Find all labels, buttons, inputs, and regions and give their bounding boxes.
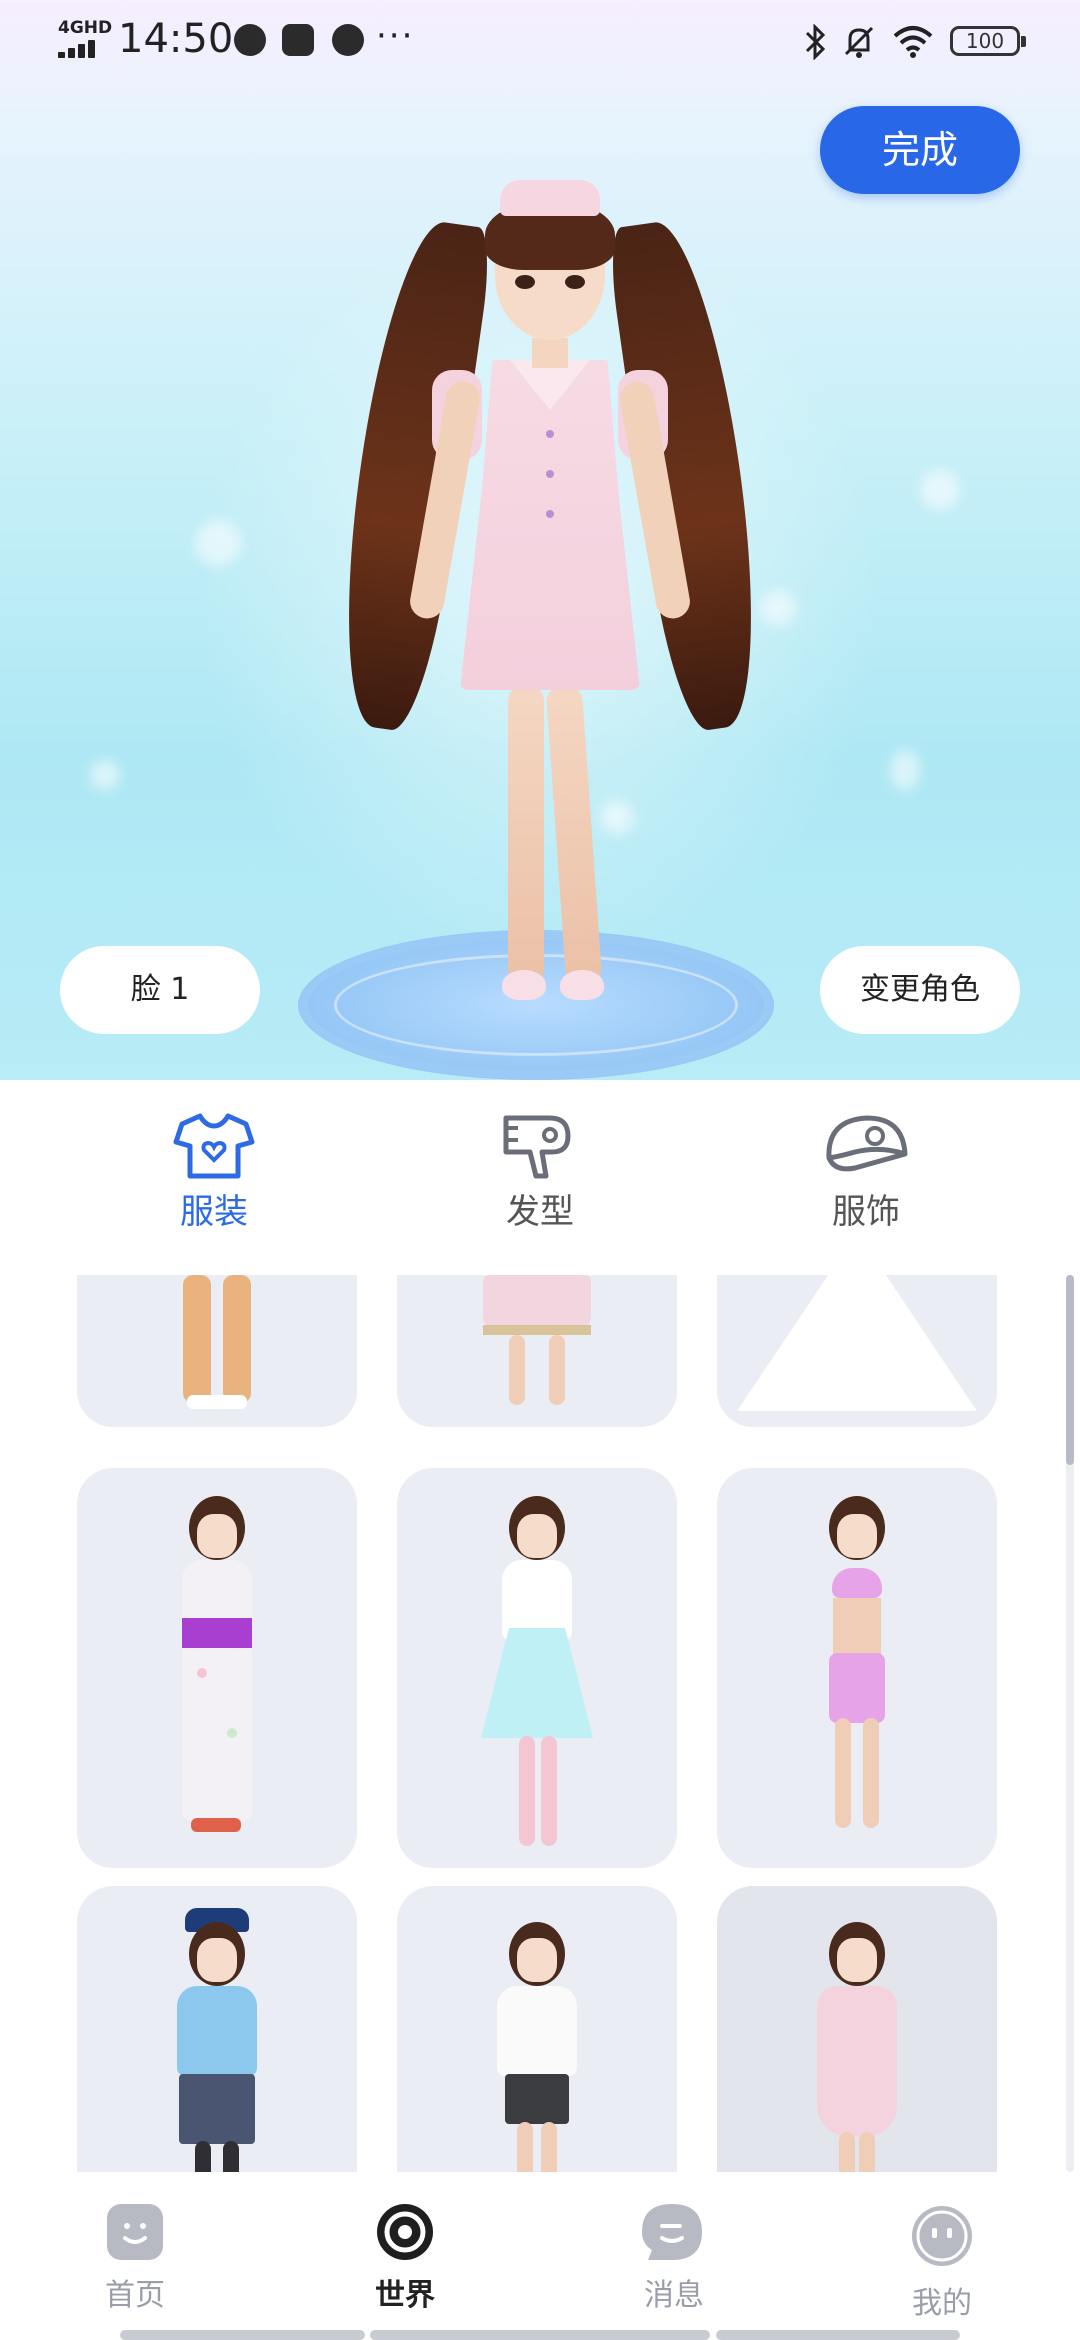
outfit-card[interactable] xyxy=(397,1468,677,1868)
bluetooth-icon xyxy=(805,24,826,60)
nav-messages[interactable]: 消息 xyxy=(594,2200,754,2314)
nav-world[interactable]: 世界 xyxy=(325,2200,485,2314)
status-bar: 4GHD 14:50 ··· 100 xyxy=(0,0,1080,84)
category-tabs: 服装 发型 服饰 xyxy=(0,1080,1080,1275)
outfit-card[interactable] xyxy=(77,1468,357,1868)
nav-label: 我的 xyxy=(912,2286,972,2321)
world-ring-icon xyxy=(377,2204,433,2260)
nav-label: 世界 xyxy=(375,2278,435,2313)
face-select-button[interactable]: 脸 1 xyxy=(60,946,260,1034)
bokeh-light xyxy=(90,760,120,790)
bokeh-light xyxy=(760,590,796,626)
tab-label: 服饰 xyxy=(832,1192,900,1232)
bokeh-light xyxy=(195,520,241,566)
wifi-icon xyxy=(893,26,933,58)
nav-home[interactable]: 首页 xyxy=(55,2200,215,2314)
outfit-card[interactable] xyxy=(77,1886,357,2172)
grid-scrollbar-thumb[interactable] xyxy=(1066,1275,1074,1465)
mute-bell-icon xyxy=(844,26,874,58)
play-icon xyxy=(282,24,314,56)
outfit-card[interactable] xyxy=(397,1275,677,1427)
gesture-bar-segment xyxy=(370,2330,710,2340)
outfit-card[interactable] xyxy=(717,1468,997,1868)
outfit-card[interactable] xyxy=(77,1275,357,1427)
tshirt-icon xyxy=(173,1113,255,1179)
home-face-icon xyxy=(107,2204,163,2260)
more-notifications: ··· xyxy=(376,16,415,56)
message-bubble-icon xyxy=(642,2204,702,2260)
change-role-button[interactable]: 变更角色 xyxy=(820,946,1020,1034)
nav-profile[interactable]: 我的 xyxy=(862,2200,1022,2322)
avatar-character[interactable] xyxy=(324,180,776,1020)
cap-icon xyxy=(826,1115,908,1172)
outfit-card[interactable] xyxy=(397,1886,677,2172)
avatar-stage[interactable]: 4GHD 14:50 ··· 100 完成 脸 1 变更角色 xyxy=(0,0,1080,1080)
status-time: 14:50 xyxy=(118,16,234,62)
tab-label: 发型 xyxy=(506,1192,574,1232)
tab-accessories[interactable]: 服饰 xyxy=(776,1110,956,1233)
tab-clothing[interactable]: 服装 xyxy=(124,1110,304,1233)
battery-indicator: 100 xyxy=(950,26,1026,56)
wechat-icon xyxy=(332,24,364,56)
bottom-navigation: 首页 世界 消息 我的 xyxy=(0,2172,1080,2340)
gesture-bar-segment xyxy=(716,2330,960,2340)
signal-icon xyxy=(58,40,104,58)
gesture-bar-segment xyxy=(120,2330,365,2340)
bokeh-light xyxy=(890,750,920,790)
tab-hairstyle[interactable]: 发型 xyxy=(450,1110,630,1233)
profile-face-icon xyxy=(912,2206,972,2266)
nav-label: 消息 xyxy=(644,2278,704,2313)
nav-label: 首页 xyxy=(105,2278,165,2313)
outfit-grid[interactable] xyxy=(0,1275,1080,2172)
outfit-card-selected[interactable] xyxy=(717,1886,997,2172)
done-button[interactable]: 完成 xyxy=(820,106,1020,194)
speedometer-icon xyxy=(234,24,266,56)
bokeh-light xyxy=(920,470,960,510)
outfit-card[interactable] xyxy=(717,1275,997,1427)
network-type: 4GHD xyxy=(58,18,113,38)
tab-label: 服装 xyxy=(180,1192,248,1232)
hairdryer-icon xyxy=(503,1115,571,1179)
